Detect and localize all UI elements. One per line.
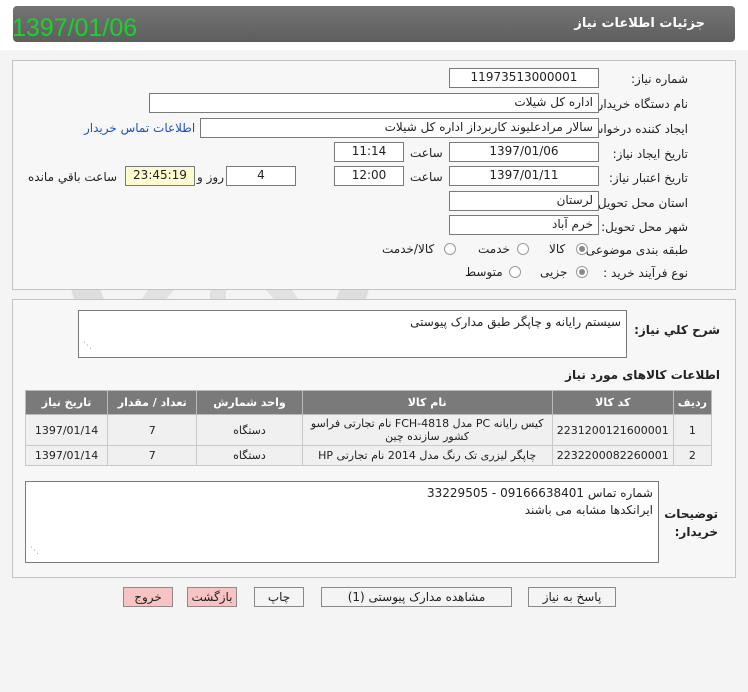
- need-number-field: 11973513000001: [449, 68, 599, 88]
- city-label: شهر محل تحویل:: [601, 220, 688, 234]
- col-name: نام کالا: [301, 390, 553, 415]
- description-box: سیستم رایانه و چاپگر طبق مدارک پیوستی ⋰: [78, 310, 627, 358]
- created-time-label: ساعت: [410, 146, 443, 160]
- category-option-service: خدمت: [478, 242, 510, 256]
- valid-time-label: ساعت: [410, 170, 443, 184]
- province-field: لرستان: [449, 191, 599, 211]
- category-option-goods-service: کالا/خدمت: [382, 242, 435, 256]
- created-date-field: 1397/01/06: [449, 142, 599, 162]
- table-row: 2 2232200082260001 چاپگر لیزری تک رنگ مد…: [24, 445, 713, 466]
- buyer-contact-link[interactable]: اطلاعات تماس خریدار: [84, 121, 195, 135]
- description-label: شرح کلي نياز:: [634, 323, 720, 337]
- row-index: 1: [672, 414, 713, 446]
- items-table-header: ردیف کد کالا نام کالا واحد شمارش تعداد /…: [24, 390, 713, 415]
- resize-grip-icon[interactable]: ⋰: [83, 338, 92, 355]
- buyer-org-label: نام دستگاه خریدار:: [593, 97, 689, 111]
- category-radio-goods[interactable]: [576, 243, 588, 255]
- buyer-notes-label-2: خریدار:: [674, 525, 718, 539]
- exit-button[interactable]: خروج: [123, 587, 173, 607]
- table-row: 1 2231200121600001 کیس رایانه PC مدل FCH…: [24, 414, 713, 446]
- page-header: جزئیات اطلاعات نیاز 1397/01/06: [0, 0, 748, 50]
- requester-field: سالار مرادعلیوند کاربرداز اداره کل شیلات: [200, 118, 599, 138]
- row-unit: دستگاه: [196, 414, 303, 446]
- category-radio-service[interactable]: [517, 243, 529, 255]
- back-button[interactable]: بازگشت: [187, 587, 237, 607]
- page-title: جزئیات اطلاعات نیاز: [574, 16, 705, 31]
- city-field: خرم آباد: [449, 215, 599, 235]
- row-name: کیس رایانه PC مدل FCH-4818 نام تجارتی فر…: [301, 414, 553, 446]
- col-unit: واحد شمارش: [196, 390, 303, 415]
- province-label: استان محل تحویل:: [593, 196, 688, 210]
- row-qty: 7: [107, 414, 198, 446]
- valid-date-label: تاریخ اعتبار نیاز:: [608, 171, 688, 185]
- process-option-minor: جزیی: [540, 265, 568, 279]
- created-time-field: 11:14: [334, 142, 404, 162]
- row-name: چاپگر لیزری تک رنگ مدل 2014 نام تجارتی H…: [301, 445, 553, 466]
- col-qty: تعداد / مقدار: [107, 390, 198, 415]
- description-text: سیستم رایانه و چاپگر طبق مدارک پیوستی: [410, 315, 621, 329]
- buyer-notes-line-2: ایرانکدها مشابه می باشند: [524, 503, 653, 517]
- category-label: طبقه بندی موضوعی:: [581, 243, 688, 257]
- process-label: نوع فرآیند خرید :: [603, 266, 688, 280]
- header-date: 1397/01/06: [12, 14, 138, 42]
- process-radio-medium[interactable]: [509, 266, 521, 278]
- resize-grip-icon[interactable]: ⋰: [30, 543, 39, 560]
- buyer-notes-box: شماره تماس 09166638401 - 33229505 ایرانک…: [25, 481, 659, 563]
- created-date-label: تاریخ ایجاد نیاز:: [612, 147, 688, 161]
- items-table: ردیف کد کالا نام کالا واحد شمارش تعداد /…: [24, 390, 713, 466]
- reply-button[interactable]: پاسخ به نیاز: [528, 587, 616, 607]
- countdown-field: 23:45:19: [125, 166, 195, 186]
- buyer-notes-label-1: توضیحات: [664, 507, 718, 521]
- process-option-medium: متوسط: [465, 265, 503, 279]
- category-option-goods: کالا: [549, 242, 566, 256]
- row-date: 1397/01/14: [24, 414, 109, 446]
- valid-date-field: 1397/01/11: [449, 166, 599, 186]
- row-unit: دستگاه: [196, 445, 303, 466]
- view-attachments-button[interactable]: مشاهده مدارک پیوستی (1): [321, 587, 512, 607]
- category-radio-goods-service[interactable]: [444, 243, 456, 255]
- print-button[interactable]: چاپ: [254, 587, 304, 607]
- row-code: 2232200082260001: [551, 445, 674, 466]
- days-field: 4: [226, 166, 296, 186]
- valid-time-field: 12:00: [334, 166, 404, 186]
- remaining-label: ساعت باقي مانده: [28, 170, 118, 184]
- days-label: روز و: [197, 170, 224, 184]
- row-code: 2231200121600001: [551, 414, 674, 446]
- col-index: ردیف: [672, 390, 713, 415]
- process-radio-minor[interactable]: [576, 266, 588, 278]
- row-index: 2: [672, 445, 713, 466]
- col-code: کد کالا: [551, 390, 674, 415]
- row-qty: 7: [107, 445, 198, 466]
- items-section-title: اطلاعات کالاهای مورد نیاز: [565, 368, 720, 382]
- row-date: 1397/01/14: [24, 445, 109, 466]
- buyer-notes-line-1: شماره تماس 09166638401 - 33229505: [427, 486, 653, 500]
- col-date: تاریخ نیاز: [24, 390, 109, 415]
- need-number-label: شماره نیاز:: [631, 72, 688, 86]
- buyer-org-field: اداره کل شیلات: [149, 93, 599, 113]
